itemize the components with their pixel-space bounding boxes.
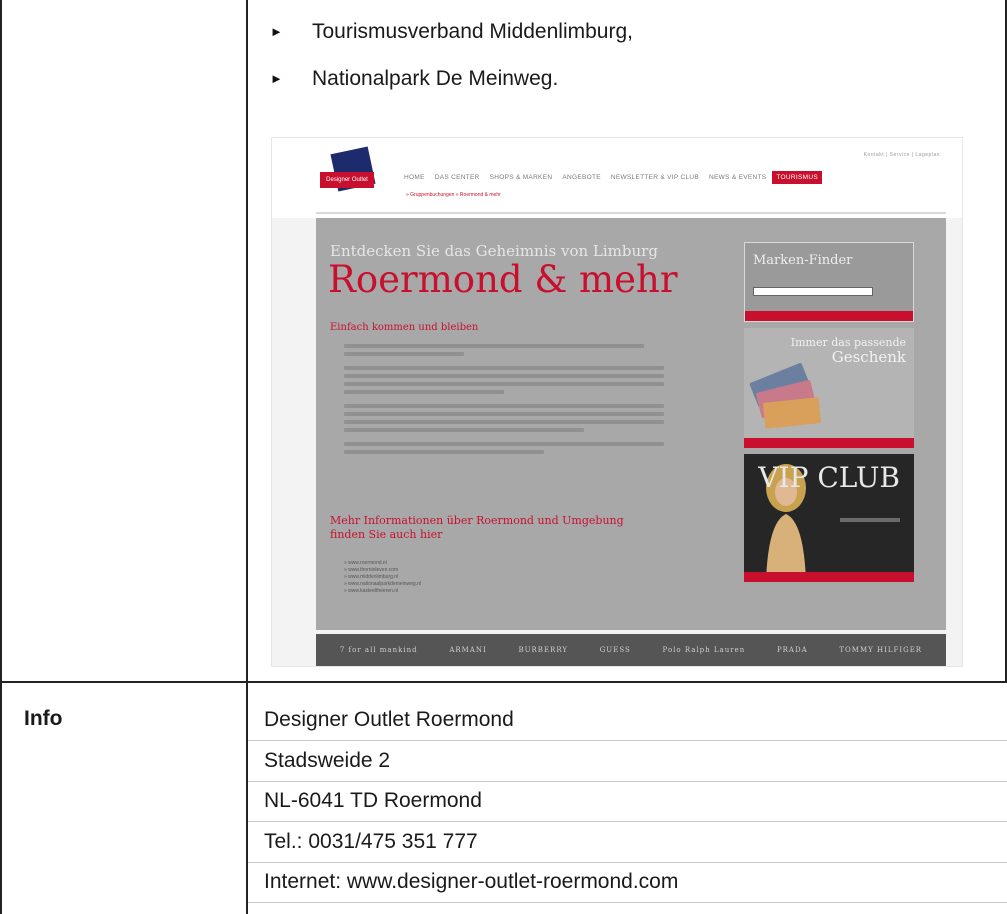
info-label: Info [24, 707, 63, 730]
site-link: » www.kasteeltheeren.nl [344, 588, 399, 594]
nav-item: ANGEBOTE [562, 174, 601, 181]
text-line [344, 412, 664, 416]
gift-line-2: Geschenk [831, 348, 906, 366]
voucher-notes-image [749, 362, 822, 429]
site-header: Designer Outlet Kontakt | Service | Lage… [272, 138, 962, 218]
brand-logo: Polo Ralph Lauren [662, 646, 746, 654]
site-link: » www.nationaalparkdemeinweg.nl [344, 581, 421, 587]
bullet-text: Nationalpark De Meinweg. [312, 66, 559, 90]
site-more-info-heading: Mehr Informationen über Roermond und Umg… [330, 514, 624, 541]
text-line [344, 366, 664, 370]
brand-logo: TOMMY HILFIGER [839, 646, 923, 654]
text-line [344, 420, 664, 424]
site-divider [316, 212, 946, 214]
text-line [344, 428, 584, 432]
info-street: Stadsweide 2 [264, 748, 391, 772]
site-top-links: Kontakt | Service | Lageplan [863, 152, 940, 158]
nav-item: NEWS & EVENTS [709, 174, 767, 181]
info-website: Internet: www.designer-outlet-roermond.c… [264, 870, 679, 893]
vip-club-box: VIP CLUB [744, 454, 914, 582]
brand-finder-box: Marken-Finder [744, 242, 914, 322]
brand-logo-bar: 7 for all mankind ARMANI BURBERRY GUESS … [316, 634, 946, 666]
site-link: » www.roermond.nl [344, 560, 387, 566]
site-subnav: » Gruppenbuchungen » Roermond & mehr [406, 192, 501, 198]
text-line [344, 404, 664, 408]
website-screenshot: Designer Outlet Kontakt | Service | Lage… [272, 138, 962, 666]
text-line [344, 352, 464, 356]
info-details: Designer Outlet Roermond Stadsweide 2 NL… [264, 700, 678, 903]
text-line [344, 374, 664, 378]
site-main-panel: Entdecken Sie das Geheimnis von Limburg … [316, 218, 946, 630]
brand-select [753, 287, 873, 296]
list-item: ► Tourismusverband Middenlimburg, [270, 8, 633, 55]
site-link-list: » www.roermond.nl » www.thorninleven.com… [344, 560, 421, 595]
vip-title: VIP CLUB [758, 461, 900, 494]
list-item: ► Nationalpark De Meinweg. [270, 55, 633, 102]
text-line [344, 344, 644, 348]
brand-logo: ARMANI [449, 646, 487, 654]
text-line [344, 450, 544, 454]
site-subheading: Einfach kommen und bleiben [330, 322, 479, 333]
text-line [344, 382, 664, 386]
bullet-arrow-icon: ► [270, 71, 283, 86]
table-row-border [0, 681, 1007, 683]
site-nav: HOME DAS CENTER SHOPS & MARKEN ANGEBOTE … [400, 171, 822, 184]
info-phone: Tel.: 0031/475 351 777 [264, 829, 478, 853]
brand-logo: PRADA [776, 646, 808, 654]
designer-outlet-logo: Designer Outlet [320, 146, 376, 194]
nav-item: DAS CENTER [434, 174, 480, 181]
bullet-arrow-icon: ► [270, 24, 283, 39]
brand-logo: BURBERRY [518, 646, 568, 654]
site-link: » www.middenlimburg.nl [344, 574, 399, 580]
brand-logo: 7 for all mankind [339, 646, 418, 654]
table-left-border [0, 0, 2, 914]
info-city: NL-6041 TD Roermond [264, 789, 482, 812]
gift-card-box: Immer das passende Geschenk [744, 328, 914, 448]
table-column-divider [246, 0, 248, 914]
bullet-text: Tourismusverband Middenlimburg, [312, 19, 633, 43]
nav-item: HOME [404, 174, 425, 181]
text-line [344, 390, 504, 394]
nav-item: SHOPS & MARKEN [489, 174, 553, 181]
brand-logo: GUESS [599, 646, 631, 654]
nav-item: NEWSLETTER & VIP CLUB [610, 174, 700, 181]
text-line [344, 442, 664, 446]
tourism-bullet-list: ► Tourismusverband Middenlimburg, ► Nation… [270, 8, 633, 102]
site-link: » www.thorninleven.com [344, 567, 399, 573]
site-headline: Roermond & mehr [328, 258, 678, 301]
info-company: Designer Outlet Roermond [264, 708, 514, 731]
brand-finder-title: Marken-Finder [753, 253, 853, 268]
nav-item-active: TOURISMUS [772, 171, 822, 184]
